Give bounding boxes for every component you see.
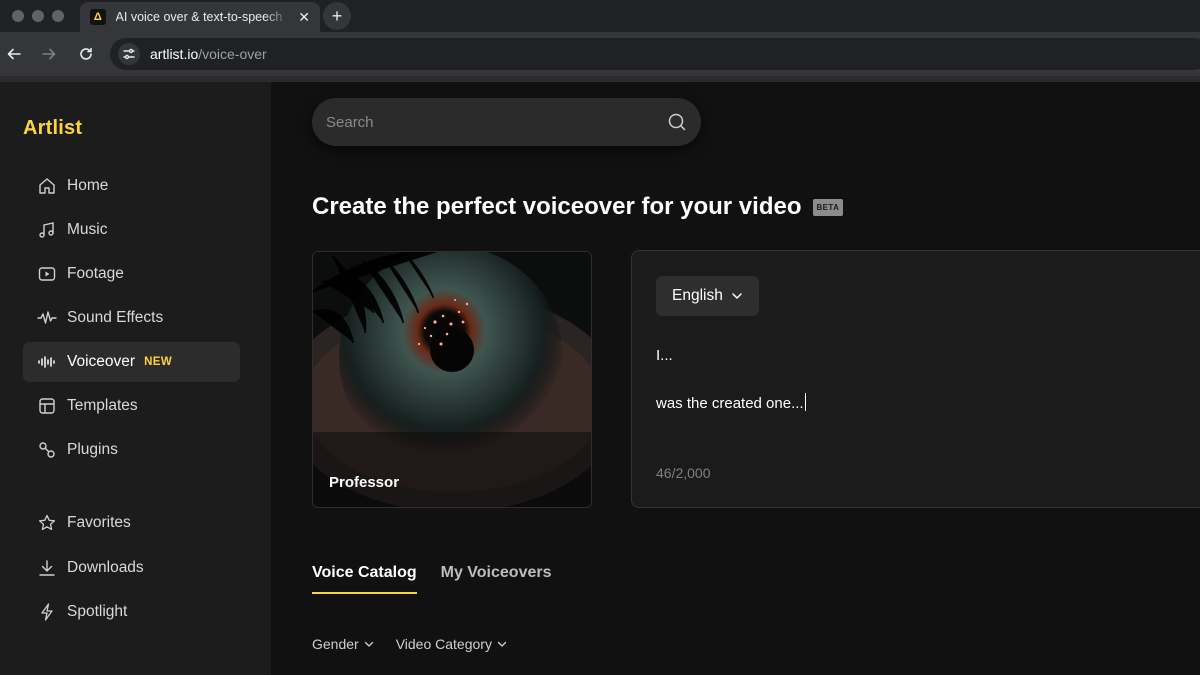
filter-bar: Gender Video Category [312, 636, 507, 652]
search-bar[interactable]: Search [312, 98, 701, 146]
arrow-left-icon [7, 48, 21, 60]
back-button[interactable] [4, 44, 24, 64]
browser-tab-bar: Δ AI voice over & text-to-speech ✕ + [0, 0, 1200, 32]
sidebar-item-label: Templates [67, 397, 138, 414]
minimize-window-button[interactable] [32, 10, 44, 22]
voice-name: Professor [329, 474, 400, 491]
plugins-icon [39, 442, 55, 458]
sidebar-item-label: Favorites [67, 514, 131, 531]
language-dropdown[interactable]: English [656, 276, 759, 316]
video-category-filter-label: Video Category [395, 636, 492, 652]
sidebar-item-home[interactable]: Home [23, 166, 240, 206]
search-input[interactable]: Search [326, 114, 667, 131]
url-host: artlist.io [150, 46, 199, 62]
script-line-1: I... [656, 347, 673, 364]
script-editor[interactable]: English I... was the created one... 46/2… [631, 250, 1200, 508]
sidebar-item-downloads[interactable]: Downloads [23, 548, 240, 588]
script-text-area[interactable]: I... was the created one... [656, 344, 806, 416]
text-caret [804, 393, 806, 411]
page-title: Create the perfect voiceover for your vi… [312, 193, 802, 220]
chevron-down-icon [364, 641, 373, 647]
artlist-favicon-icon: Δ [90, 9, 106, 25]
new-badge: NEW [144, 356, 173, 368]
character-counter: 46/2,000 [656, 465, 711, 481]
gender-filter[interactable]: Gender [312, 636, 374, 652]
sidebar-item-favorites[interactable]: Favorites [23, 503, 240, 543]
templates-icon [39, 398, 55, 414]
footage-icon [38, 267, 56, 281]
sidebar-item-label: Spotlight [67, 603, 128, 620]
home-icon [39, 178, 55, 194]
beta-badge: BETA [812, 198, 844, 216]
maximize-window-button[interactable] [52, 10, 64, 22]
lightning-icon [41, 603, 53, 621]
sidebar-item-label: Plugins [67, 441, 118, 458]
sidebar-item-spotlight[interactable]: Spotlight [23, 592, 240, 632]
sidebar-item-voiceover[interactable]: Voiceover NEW [23, 342, 240, 382]
artlist-logo[interactable]: Artlist [23, 117, 82, 140]
chevron-down-icon [497, 641, 507, 647]
sidebar: Artlist Home Music Footage Sound Effects… [0, 82, 271, 675]
arrow-right-icon [42, 48, 56, 60]
sidebar-item-label: Footage [67, 265, 124, 282]
script-line-2: was the created one... [656, 395, 804, 412]
forward-button[interactable] [39, 44, 59, 64]
waveform-icon [37, 311, 57, 324]
eye-closeup-image [313, 252, 591, 507]
main-content: Search Create the perfect voiceover for … [271, 82, 1200, 675]
chevron-down-icon [732, 293, 742, 299]
sidebar-item-label: Home [67, 177, 109, 194]
sidebar-item-label: Downloads [67, 559, 144, 576]
new-tab-button[interactable]: + [323, 2, 351, 30]
sidebar-item-label: Voiceover [67, 353, 136, 370]
tab-voice-catalog[interactable]: Voice Catalog [312, 564, 417, 594]
sidebar-item-music[interactable]: Music [23, 210, 240, 250]
voiceover-icon [38, 356, 55, 368]
download-icon [39, 560, 55, 576]
sidebar-item-templates[interactable]: Templates [23, 386, 240, 426]
browser-tab-title: AI voice over & text-to-speech [115, 10, 283, 24]
voice-card[interactable]: Professor [312, 251, 592, 508]
music-icon [39, 222, 54, 238]
window-controls [12, 10, 64, 22]
tab-my-voiceovers[interactable]: My Voiceovers [441, 564, 552, 594]
address-bar[interactable]: artlist.io/voice-over [110, 38, 1200, 70]
sidebar-item-footage[interactable]: Footage [23, 254, 240, 294]
language-label: English [672, 287, 723, 304]
browser-tab[interactable]: Δ AI voice over & text-to-speech ✕ [80, 2, 320, 32]
gender-filter-label: Gender [312, 636, 359, 652]
reload-button[interactable] [76, 44, 96, 64]
sidebar-item-sound-effects[interactable]: Sound Effects [23, 298, 240, 338]
sidebar-item-label: Sound Effects [67, 309, 164, 326]
search-icon[interactable] [667, 112, 687, 132]
url-path: /voice-over [198, 46, 267, 62]
video-category-filter[interactable]: Video Category [396, 636, 507, 652]
voice-tabs: Voice Catalog My Voiceovers [312, 564, 552, 594]
sidebar-item-plugins[interactable]: Plugins [23, 430, 240, 470]
star-icon [38, 514, 56, 531]
reload-icon [80, 47, 92, 60]
sidebar-item-label: Music [67, 221, 108, 238]
close-window-button[interactable] [12, 10, 24, 22]
browser-toolbar: artlist.io/voice-over [0, 32, 1200, 76]
site-info-icon[interactable] [118, 43, 140, 65]
page-heading: Create the perfect voiceover for your vi… [312, 193, 844, 221]
tab-close-icon[interactable]: ✕ [298, 9, 310, 26]
